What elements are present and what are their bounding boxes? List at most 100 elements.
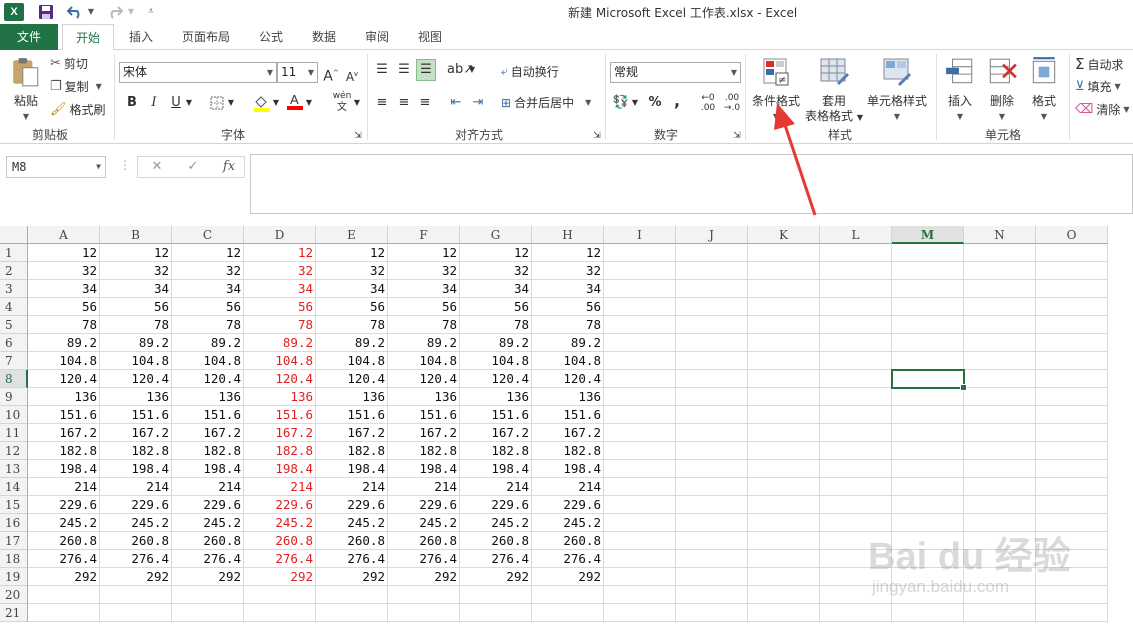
cell-e1[interactable]: 12	[316, 244, 388, 262]
cell-g8[interactable]: 120.4	[460, 370, 532, 388]
cell-i14[interactable]	[604, 478, 676, 496]
cell-e3[interactable]: 34	[316, 280, 388, 298]
row-header-12[interactable]: 12	[0, 442, 28, 460]
align-right-icon[interactable]: ≡	[416, 93, 434, 113]
cell-j15[interactable]	[676, 496, 748, 514]
column-header-l[interactable]: L	[820, 226, 892, 244]
cell-a8[interactable]: 120.4	[28, 370, 100, 388]
row-header-21[interactable]: 21	[0, 604, 28, 622]
cell-a12[interactable]: 182.8	[28, 442, 100, 460]
cell-b19[interactable]: 292	[100, 568, 172, 586]
cell-g20[interactable]	[460, 586, 532, 604]
clear-dropdown-icon[interactable]: ▼	[1123, 105, 1129, 114]
cell-m3[interactable]	[892, 280, 964, 298]
insert-function-icon[interactable]: fx	[214, 157, 244, 177]
cell-a21[interactable]	[28, 604, 100, 622]
save-icon[interactable]	[36, 1, 56, 23]
row-header-10[interactable]: 10	[0, 406, 28, 424]
cell-styles-button[interactable]: 单元格样式 ▼	[866, 56, 928, 124]
column-header-e[interactable]: E	[316, 226, 388, 244]
tab-home[interactable]: 开始	[62, 24, 114, 51]
cell-e2[interactable]: 32	[316, 262, 388, 280]
cell-g4[interactable]: 56	[460, 298, 532, 316]
font-name-select[interactable]: 宋体 ▼	[119, 62, 277, 83]
cell-a2[interactable]: 32	[28, 262, 100, 280]
cell-n15[interactable]	[964, 496, 1036, 514]
cell-b10[interactable]: 151.6	[100, 406, 172, 424]
cell-h3[interactable]: 34	[532, 280, 604, 298]
font-color-button[interactable]: A	[286, 91, 304, 111]
row-header-13[interactable]: 13	[0, 460, 28, 478]
cell-l8[interactable]	[820, 370, 892, 388]
redo-dropdown-icon[interactable]: ▼	[126, 1, 136, 23]
column-header-k[interactable]: K	[748, 226, 820, 244]
cell-e5[interactable]: 78	[316, 316, 388, 334]
tab-view[interactable]: 视图	[407, 24, 453, 50]
cell-g10[interactable]: 151.6	[460, 406, 532, 424]
cell-d11[interactable]: 167.2	[244, 424, 316, 442]
cell-d5[interactable]: 78	[244, 316, 316, 334]
cell-c19[interactable]: 292	[172, 568, 244, 586]
cell-a19[interactable]: 292	[28, 568, 100, 586]
cell-i13[interactable]	[604, 460, 676, 478]
cell-i6[interactable]	[604, 334, 676, 352]
cell-h6[interactable]: 89.2	[532, 334, 604, 352]
cell-b4[interactable]: 56	[100, 298, 172, 316]
comma-button[interactable]: ,	[668, 91, 686, 111]
row-header-5[interactable]: 5	[0, 316, 28, 334]
italic-button[interactable]: I	[145, 93, 163, 113]
underline-dropdown-icon[interactable]: ▼	[184, 93, 194, 113]
cell-c21[interactable]	[172, 604, 244, 622]
cell-l2[interactable]	[820, 262, 892, 280]
name-box[interactable]: M8 ▼	[6, 156, 106, 178]
cell-f5[interactable]: 78	[388, 316, 460, 334]
cell-o13[interactable]	[1036, 460, 1108, 478]
cell-g5[interactable]: 78	[460, 316, 532, 334]
conditional-formatting-button[interactable]: ≠ 条件格式 ▼	[748, 56, 804, 124]
cell-d3[interactable]: 34	[244, 280, 316, 298]
cell-n14[interactable]	[964, 478, 1036, 496]
cell-h10[interactable]: 151.6	[532, 406, 604, 424]
cell-e6[interactable]: 89.2	[316, 334, 388, 352]
cell-f4[interactable]: 56	[388, 298, 460, 316]
cell-c8[interactable]: 120.4	[172, 370, 244, 388]
align-bottom-icon[interactable]: ☰	[416, 59, 436, 81]
cell-i1[interactable]	[604, 244, 676, 262]
cell-e18[interactable]: 276.4	[316, 550, 388, 568]
format-as-table-button[interactable]: 套用 表格格式 ▼	[803, 56, 865, 125]
cell-k13[interactable]	[748, 460, 820, 478]
cell-d1[interactable]: 12	[244, 244, 316, 262]
cell-j16[interactable]	[676, 514, 748, 532]
cell-j19[interactable]	[676, 568, 748, 586]
cell-g1[interactable]: 12	[460, 244, 532, 262]
cell-a9[interactable]: 136	[28, 388, 100, 406]
cell-j17[interactable]	[676, 532, 748, 550]
cell-f11[interactable]: 167.2	[388, 424, 460, 442]
tab-review[interactable]: 审阅	[354, 24, 400, 50]
cell-e8[interactable]: 120.4	[316, 370, 388, 388]
phonetic-button[interactable]: wén 文	[330, 90, 354, 113]
cell-g18[interactable]: 276.4	[460, 550, 532, 568]
grow-font-button[interactable]: A^	[322, 63, 340, 85]
cell-g14[interactable]: 214	[460, 478, 532, 496]
cell-a7[interactable]: 104.8	[28, 352, 100, 370]
cell-e17[interactable]: 260.8	[316, 532, 388, 550]
currency-dropdown-icon[interactable]: ▼	[630, 93, 640, 113]
cell-n4[interactable]	[964, 298, 1036, 316]
cell-j2[interactable]	[676, 262, 748, 280]
cell-n6[interactable]	[964, 334, 1036, 352]
cell-c9[interactable]: 136	[172, 388, 244, 406]
cell-o7[interactable]	[1036, 352, 1108, 370]
cell-n11[interactable]	[964, 424, 1036, 442]
cell-n21[interactable]	[964, 604, 1036, 622]
cell-i5[interactable]	[604, 316, 676, 334]
clear-button[interactable]: ⌫ 清除 ▼	[1075, 101, 1130, 118]
cell-n5[interactable]	[964, 316, 1036, 334]
cell-d6[interactable]: 89.2	[244, 334, 316, 352]
cell-c2[interactable]: 32	[172, 262, 244, 280]
cell-k20[interactable]	[748, 586, 820, 604]
cell-m2[interactable]	[892, 262, 964, 280]
cell-b15[interactable]: 229.6	[100, 496, 172, 514]
cell-m13[interactable]	[892, 460, 964, 478]
cell-a20[interactable]	[28, 586, 100, 604]
